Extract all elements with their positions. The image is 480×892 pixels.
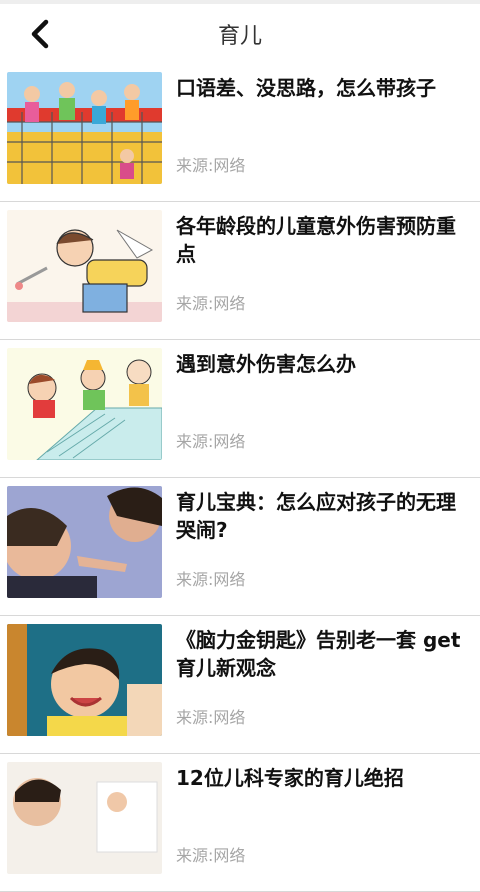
article-title: 遇到意外伤害怎么办 xyxy=(176,352,356,376)
article-list: 口语差、没思路，怎么带孩子 来源:网络 各年龄段的儿童意外伤害预防重点 来源:网… xyxy=(0,64,480,892)
article-thumbnail xyxy=(7,210,162,322)
article-title: 《脑力金钥匙》告别老一套 get育儿新观念 xyxy=(176,628,461,680)
article-item[interactable]: 《脑力金钥匙》告别老一套 get育儿新观念 来源:网络 xyxy=(0,616,480,754)
article-item[interactable]: 各年龄段的儿童意外伤害预防重点 来源:网络 xyxy=(0,202,480,340)
article-item[interactable]: 遇到意外伤害怎么办 来源:网络 xyxy=(0,340,480,478)
article-thumbnail xyxy=(7,348,162,460)
article-item[interactable]: 育儿宝典：怎么应对孩子的无理哭闹? 来源:网络 xyxy=(0,478,480,616)
article-thumbnail xyxy=(7,624,162,736)
article-thumbnail xyxy=(7,762,162,874)
article-source: 来源:网络 xyxy=(176,432,246,451)
article-title: 各年龄段的儿童意外伤害预防重点 xyxy=(176,214,456,266)
article-source: 来源:网络 xyxy=(176,156,246,175)
article-thumbnail xyxy=(7,72,162,184)
page-title: 育儿 xyxy=(217,24,262,49)
article-title: 口语差、没思路，怎么带孩子 xyxy=(176,76,436,100)
article-source: 来源:网络 xyxy=(176,708,246,727)
article-source: 来源:网络 xyxy=(176,846,246,865)
article-item[interactable]: 口语差、没思路，怎么带孩子 来源:网络 xyxy=(0,64,480,202)
article-item[interactable]: 12位儿科专家的育儿绝招 来源:网络 xyxy=(0,754,480,892)
article-source: 来源:网络 xyxy=(176,570,246,589)
top-bar: 育儿 xyxy=(0,0,480,64)
article-source: 来源:网络 xyxy=(176,294,246,313)
article-title: 育儿宝典：怎么应对孩子的无理哭闹? xyxy=(176,490,456,542)
article-title: 12位儿科专家的育儿绝招 xyxy=(176,766,404,790)
article-thumbnail xyxy=(7,486,162,598)
